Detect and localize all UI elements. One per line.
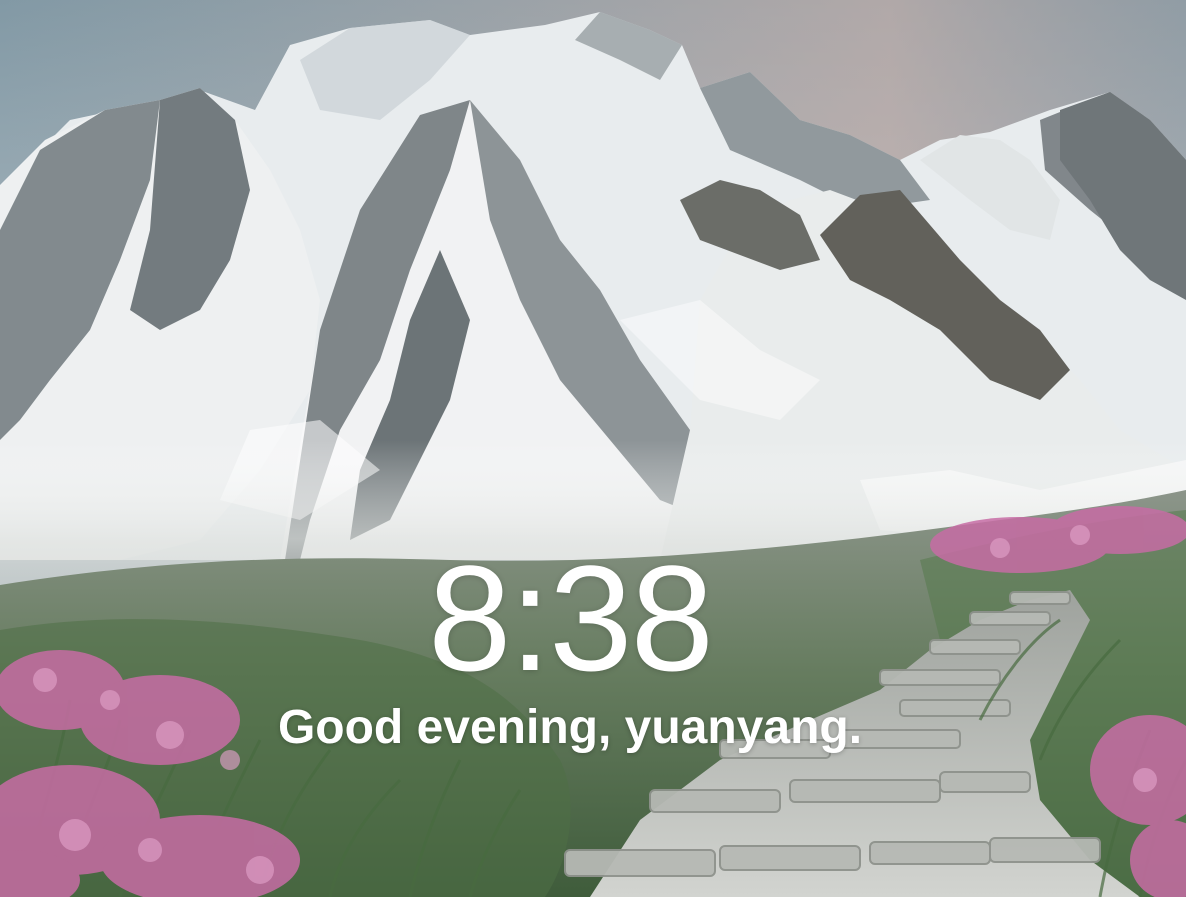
greeting-message: Good evening, yuanyang.	[277, 701, 863, 754]
clock-time: 8:38	[428, 534, 714, 702]
dashboard-center: 8:38 Good evening, yuanyang.	[0, 0, 1186, 897]
new-tab-dashboard: 8:38 Good evening, yuanyang.	[0, 0, 1186, 897]
